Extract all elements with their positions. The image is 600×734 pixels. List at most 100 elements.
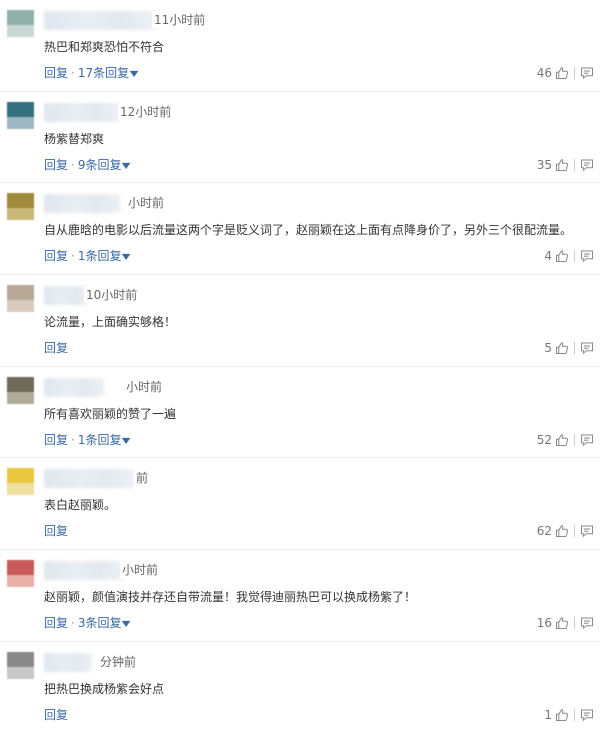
avatar[interactable] (7, 101, 34, 129)
username-blurred[interactable] (44, 11, 156, 30)
comment-item: 11小时前 热巴和郑爽恐怕不符合 回复 · 17条回复▼ 46 (0, 0, 600, 92)
like-count: 16 (536, 616, 552, 631)
separator-dot: · (71, 66, 75, 80)
thumbs-up-icon[interactable] (555, 524, 569, 538)
divider (574, 250, 575, 263)
comment-time: 小时前 (124, 378, 163, 395)
comment-actions: 回复 · 9条回复▼ (44, 156, 131, 175)
comment-stats: 62 (537, 522, 594, 540)
thumbs-up-icon[interactable] (555, 66, 569, 80)
reply-icon[interactable] (580, 616, 594, 630)
comment-time: 12小时前 (118, 103, 172, 120)
avatar[interactable] (7, 285, 34, 313)
thumbs-up-icon[interactable] (555, 249, 569, 263)
comment-item: 小时前 所有喜欢丽颖的赞了一遍 回复 · 1条回复▼ 52 (0, 367, 600, 459)
comment-item: 小时前 赵丽颖，颜值演技并存还自带流量！我觉得迪丽热巴可以换成杨紫了！ 回复 · 3… (0, 550, 600, 642)
comment-stats: 16 (537, 614, 594, 632)
reply-icon[interactable] (580, 66, 594, 80)
reply-icon[interactable] (580, 158, 594, 172)
username-blurred[interactable] (44, 377, 104, 397)
view-replies-link[interactable]: 17条回复▼ (78, 66, 139, 80)
comment-item: 10小时前 论流量，上面确实够格！ 回复 5 (0, 275, 600, 367)
reply-link[interactable]: 回复 (44, 433, 68, 447)
comment-actions: 回复 (44, 522, 68, 540)
like-count: 4 (544, 249, 552, 264)
comment-text: 热巴和郑爽恐怕不符合 (44, 40, 165, 54)
chevron-down-icon: ▼ (122, 619, 131, 629)
comment-stats: 1 (544, 706, 594, 724)
reply-link[interactable]: 回复 (44, 708, 68, 722)
reply-icon[interactable] (580, 249, 594, 263)
reply-icon[interactable] (580, 433, 594, 447)
view-replies-link[interactable]: 9条回复▼ (78, 158, 131, 172)
divider (574, 67, 575, 79)
username-blurred[interactable] (44, 652, 92, 672)
reply-link[interactable]: 回复 (44, 158, 68, 172)
divider (574, 617, 575, 630)
comment-text: 表白赵丽颖。 (44, 498, 117, 513)
comment-text: 赵丽颖，颜值演技并存还自带流量！我觉得迪丽热巴可以换成杨紫了！ (44, 590, 417, 605)
username-blurred[interactable] (44, 194, 120, 214)
username-blurred[interactable] (44, 286, 88, 306)
comment-text: 杨紫替郑爽 (44, 131, 105, 146)
separator-dot: · (71, 616, 75, 631)
username-blurred[interactable] (44, 102, 120, 122)
username-blurred[interactable] (44, 469, 134, 489)
view-replies-link[interactable]: 1条回复▼ (78, 249, 131, 263)
avatar[interactable] (7, 193, 34, 221)
comment-time: 小时前 (120, 562, 159, 579)
avatar[interactable] (7, 651, 34, 679)
divider (574, 158, 575, 171)
avatar[interactable] (7, 560, 34, 588)
username-blurred[interactable] (44, 561, 124, 581)
thumbs-up-icon[interactable] (555, 616, 569, 630)
thumbs-up-icon[interactable] (555, 158, 569, 172)
comment-time: 小时前 (126, 195, 165, 212)
avatar[interactable] (7, 376, 34, 404)
comment-stats: 5 (544, 339, 594, 357)
reply-link[interactable]: 回复 (44, 616, 68, 630)
divider (574, 708, 575, 721)
view-replies-link[interactable]: 1条回复▼ (78, 433, 131, 447)
comment-text: 自从鹿晗的电影以后流量这两个字是贬义词了，赵丽颖在这上面有点降身价了，另外三个很… (44, 223, 573, 238)
divider (574, 433, 575, 446)
like-count: 1 (544, 707, 552, 722)
comment-actions: 回复 · 1条回复▼ (44, 431, 131, 450)
reply-icon[interactable] (580, 341, 594, 355)
comment-text: 把热巴换成杨紫会好点 (44, 681, 165, 696)
view-replies-link[interactable]: 3条回复▼ (78, 616, 131, 630)
chevron-down-icon: ▼ (122, 252, 131, 262)
chevron-down-icon: ▼ (122, 160, 131, 170)
comment-time: 11小时前 (152, 12, 206, 28)
like-count: 46 (536, 66, 552, 80)
comment-item: 小时前 自从鹿晗的电影以后流量这两个字是贬义词了，赵丽颖在这上面有点降身价了，另… (0, 183, 600, 276)
comment-stats: 4 (544, 247, 594, 265)
avatar[interactable] (7, 10, 34, 37)
comment-text: 论流量，上面确实够格！ (44, 315, 177, 330)
like-count: 35 (536, 157, 552, 172)
comment-list: 11小时前 热巴和郑爽恐怕不符合 回复 · 17条回复▼ 46 12小时前 杨紫替郑… (0, 0, 600, 734)
avatar[interactable] (7, 468, 34, 496)
reply-link[interactable]: 回复 (44, 341, 68, 355)
thumbs-up-icon[interactable] (555, 341, 569, 355)
comment-actions: 回复 · 3条回复▼ (44, 614, 131, 633)
comment-stats: 52 (537, 431, 594, 449)
comment-time: 前 (134, 470, 149, 487)
comment-time: 分钟前 (98, 653, 137, 670)
comment-stats: 35 (537, 156, 594, 174)
chevron-down-icon: ▼ (122, 435, 131, 445)
comment-item: 分钟前 把热巴换成杨紫会好点 回复 1 (0, 642, 600, 734)
separator-dot: · (71, 432, 75, 447)
reply-link[interactable]: 回复 (44, 524, 68, 538)
reply-link[interactable]: 回复 (44, 66, 68, 80)
comment-time: 10小时前 (84, 287, 138, 304)
reply-icon[interactable] (580, 708, 594, 722)
comment-stats: 46 (537, 64, 594, 82)
comment-item: 前 表白赵丽颖。 回复 62 (0, 458, 600, 551)
thumbs-up-icon[interactable] (555, 433, 569, 447)
reply-link[interactable]: 回复 (44, 249, 68, 263)
thumbs-up-icon[interactable] (555, 708, 569, 722)
reply-icon[interactable] (580, 524, 594, 538)
chevron-down-icon: ▼ (129, 69, 139, 78)
like-count: 52 (536, 432, 552, 447)
